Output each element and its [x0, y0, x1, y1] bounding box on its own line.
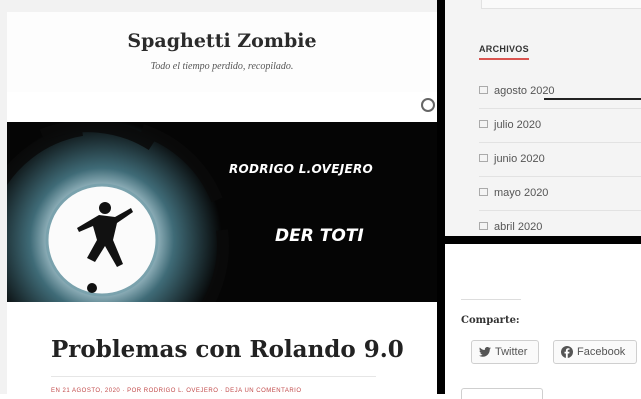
calendar-icon: [479, 120, 488, 129]
share-divider: [461, 299, 521, 300]
calendar-icon: [479, 154, 488, 163]
share-section: Comparte: Twitter Facebook: [445, 244, 641, 399]
archive-item[interactable]: junio 2020: [479, 153, 545, 165]
title-underline: [479, 58, 529, 60]
list-divider: [479, 108, 641, 109]
archive-link[interactable]: julio 2020: [494, 119, 541, 131]
featured-image: RODRIGO L.OVEJERO DER TOTI: [7, 122, 437, 302]
site-title[interactable]: Spaghetti Zombie: [7, 30, 437, 52]
site-header: Spaghetti Zombie Todo el tiempo perdido,…: [7, 12, 437, 92]
search-icon[interactable]: [421, 98, 435, 112]
list-divider: [479, 176, 641, 177]
twitter-share-button[interactable]: Twitter: [471, 340, 539, 364]
gun-barrel-graphic: [7, 122, 229, 302]
twitter-label: Twitter: [495, 346, 528, 358]
vertical-divider: [437, 0, 445, 394]
archive-item[interactable]: abril 2020: [479, 221, 542, 233]
archive-item[interactable]: julio 2020: [479, 119, 541, 131]
calendar-icon: [479, 188, 488, 197]
calendar-icon: [479, 222, 488, 231]
post-meta[interactable]: EN 21 AGOSTO, 2020 · POR RODRIGO L. OVEJ…: [51, 388, 302, 394]
hero-author-text: RODRIGO L.OVEJERO: [229, 162, 374, 176]
archives-title: ARCHIVOS: [479, 44, 529, 54]
archive-item[interactable]: agosto 2020: [479, 85, 555, 97]
search-bar: [7, 92, 437, 122]
archive-link[interactable]: mayo 2020: [494, 187, 548, 199]
archive-link[interactable]: abril 2020: [494, 221, 542, 233]
blog-page: Spaghetti Zombie Todo el tiempo perdido,…: [0, 0, 437, 394]
list-divider: [479, 210, 641, 211]
archive-item[interactable]: mayo 2020: [479, 187, 548, 199]
archive-link[interactable]: junio 2020: [494, 153, 545, 165]
share-title: Comparte:: [461, 315, 520, 326]
widget-top-box: [481, 0, 641, 9]
title-divider: [51, 376, 376, 377]
facebook-label: Facebook: [577, 346, 626, 358]
site-description: Todo el tiempo perdido, recopilado.: [150, 61, 294, 72]
facebook-share-button[interactable]: Facebook: [553, 340, 637, 364]
post-title[interactable]: Problemas con Rolando 9.0: [51, 336, 404, 363]
archives-widget: ARCHIVOS agosto 2020 julio 2020 junio 20…: [445, 0, 641, 236]
calendar-icon: [479, 86, 488, 95]
facebook-icon: [561, 346, 573, 358]
underline-mark: [544, 98, 641, 100]
horizontal-divider: [445, 236, 641, 244]
hero-subtitle: DER TOTI: [275, 226, 364, 246]
post-content: Problemas con Rolando 9.0 EN 21 AGOSTO, …: [7, 302, 437, 394]
twitter-icon: [479, 347, 491, 357]
list-divider: [479, 142, 641, 143]
archive-link[interactable]: agosto 2020: [494, 85, 555, 97]
